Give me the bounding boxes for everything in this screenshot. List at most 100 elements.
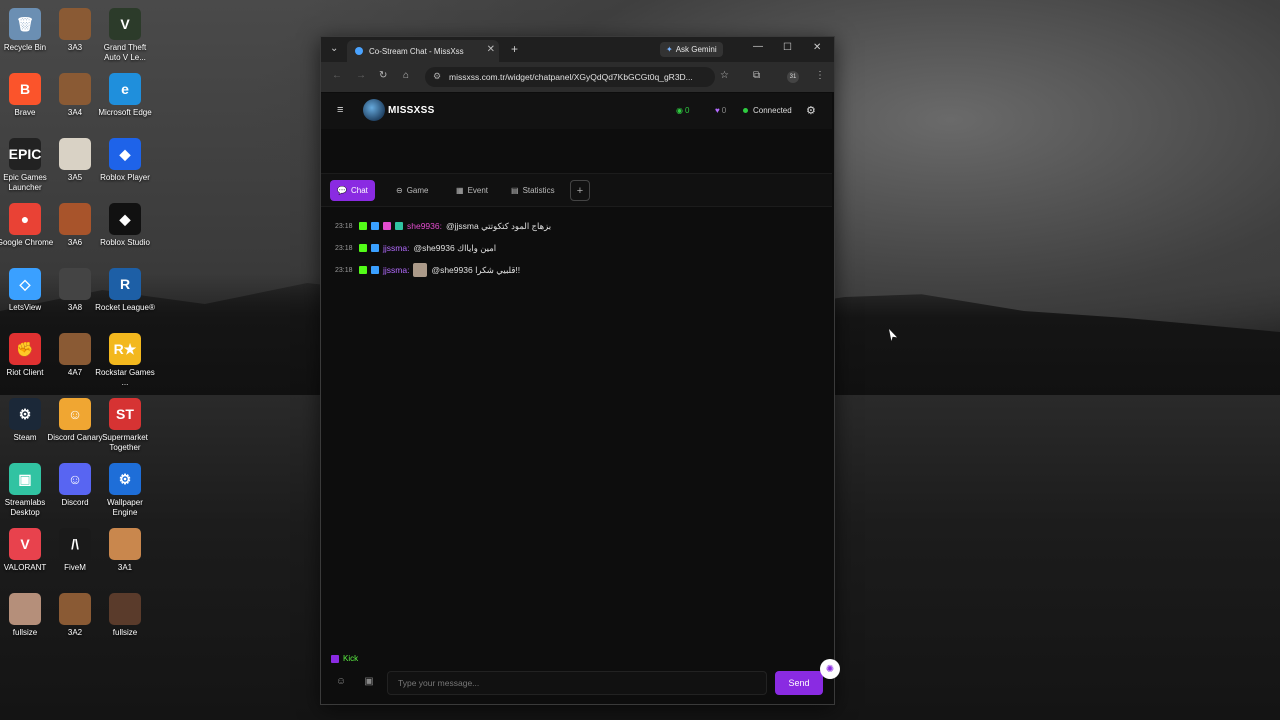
app-icon: ◆ [109, 138, 141, 170]
viewers-stat: ◉ 0 [676, 106, 689, 115]
profile-avatar[interactable]: 31 [787, 71, 799, 83]
desktop-icon-label: Rockstar Games ... [95, 368, 155, 387]
close-tab-icon[interactable]: ✕ [487, 44, 495, 55]
calendar-icon: ▦ [456, 186, 464, 195]
app-icon: B [9, 73, 41, 105]
tab-favicon-icon [355, 47, 363, 55]
status-dot [743, 108, 748, 113]
tab-game[interactable]: ⊖ Game [389, 180, 436, 201]
tab-chat[interactable]: 💬 Chat [330, 180, 375, 201]
address-bar-row: ← → ↻ ⌂ ⚙ missxss.com.tr/widget/chatpane… [321, 62, 834, 92]
desktop-icon[interactable]: ◆ Roblox Player [95, 138, 155, 183]
settings-gear-icon[interactable]: ⚙ [806, 104, 816, 117]
chat-footer: Kick ☺ ▣ Send ✺ [321, 649, 840, 704]
image-icon[interactable]: ▣ [363, 676, 375, 688]
new-tab-icon[interactable]: + [511, 42, 518, 56]
app-icon [59, 203, 91, 235]
desktop-icon-label: Roblox Studio [100, 238, 150, 247]
desktop-icon[interactable]: fullsize [95, 593, 155, 638]
desktop-icon[interactable]: e Microsoft Edge [95, 73, 155, 118]
brain-assistant-icon[interactable]: ✺ [820, 659, 840, 679]
kick-checkbox[interactable] [331, 654, 339, 663]
app-icon: ▣ [9, 463, 41, 495]
message-time: 23:18 [335, 244, 353, 252]
bookmark-star-icon[interactable]: ☆ [720, 70, 729, 81]
desktop-icon[interactable]: R★ Rockstar Games ... [95, 333, 155, 388]
hamburger-menu-icon[interactable]: ≡ [337, 104, 343, 116]
forward-icon[interactable]: → [356, 70, 366, 81]
sword-badge-icon [371, 244, 379, 252]
tab-event-label: Event [467, 186, 489, 195]
app-header: ≡ MISSXSS ◉ 0 ♥ 0 Connected ⚙ [321, 93, 832, 129]
url-text: missxss.com.tr/widget/chatpanel/XGyQdQd7… [449, 72, 693, 82]
app-icon: ◆ [109, 203, 141, 235]
app-icon: 🗑 [9, 8, 41, 40]
desktop-icon[interactable]: ◆ Roblox Studio [95, 203, 155, 248]
tab-chat-label: Chat [350, 186, 368, 195]
app-icon [9, 593, 41, 625]
kick-badge-icon [359, 222, 367, 230]
desktop-icon-label: Grand Theft Auto V Le... [103, 43, 147, 62]
kick-label: Kick [343, 654, 359, 663]
emoji-icon[interactable]: ☺ [335, 676, 347, 688]
back-icon[interactable]: ← [332, 70, 342, 81]
likes-count: 0 [721, 106, 727, 115]
close-window-icon[interactable]: ✕ [813, 42, 821, 53]
desktop-icon-label: Supermarket Together [102, 433, 148, 452]
minimize-icon[interactable]: — [753, 41, 763, 52]
app-icon: V [109, 8, 141, 40]
desktop-icon-label: Roblox Player [100, 173, 150, 182]
desktop-icon[interactable]: ST Supermarket Together [95, 398, 155, 453]
reload-icon[interactable]: ↻ [379, 70, 387, 81]
message-text: @she9936 قلبيي شكرا!! [431, 264, 521, 275]
message-username[interactable]: she9936: [407, 221, 442, 231]
app-icon: R★ [109, 333, 141, 365]
vip-badge-icon [395, 222, 403, 230]
chart-icon: ▤ [511, 186, 519, 195]
site-settings-icon[interactable]: ⚙ [433, 71, 441, 82]
message-username[interactable]: jjssma: [383, 243, 409, 253]
gamepad-icon: ⊖ [396, 186, 403, 195]
tab-statistics[interactable]: ▤ Statistics [504, 180, 562, 201]
app-icon [59, 268, 91, 300]
sword-badge-icon [371, 266, 379, 274]
app-icon: ✊ [9, 333, 41, 365]
send-button[interactable]: Send [775, 671, 823, 695]
message-input[interactable] [387, 671, 767, 695]
kick-badge-icon [359, 244, 367, 252]
message-text: @jjssma بزهاج المود كتكوتتي [445, 220, 552, 231]
kick-platform-toggle[interactable]: Kick [331, 654, 358, 663]
tab-title: Co-Stream Chat - MissXss [369, 46, 464, 56]
app-icon [59, 138, 91, 170]
message-time: 23:18 [335, 266, 353, 274]
heart-icon: ♥ [715, 106, 720, 115]
desktop-icon[interactable]: R Rocket League® [95, 268, 155, 313]
app-icon [59, 593, 91, 625]
chat-messages: 23:18 she9936: @jjssma بزهاج المود كتكوت… [335, 215, 825, 281]
chat-message: 23:18 jjssma: @she9936 امين وايااك [335, 237, 825, 259]
tab-statistics-label: Statistics [522, 186, 555, 195]
app-icon [59, 73, 91, 105]
url-field[interactable]: ⚙ missxss.com.tr/widget/chatpanel/XGyQdQ… [425, 67, 715, 87]
add-tab-button[interactable]: + [570, 180, 590, 201]
tab-event[interactable]: ▦ Event [449, 180, 495, 201]
connection-status: Connected [743, 106, 792, 115]
desktop-icon-label: 3A1 [117, 563, 133, 572]
browser-tab[interactable]: Co-Stream Chat - MissXss ✕ [347, 40, 499, 62]
desktop-icon[interactable]: 3A1 [95, 528, 155, 573]
status-text: Connected [753, 106, 792, 115]
home-icon[interactable]: ⌂ [403, 70, 409, 81]
chat-icon: 💬 [337, 186, 347, 195]
app-icon: ⚙ [109, 463, 141, 495]
app-icon: e [109, 73, 141, 105]
maximize-icon[interactable]: ☐ [783, 42, 792, 53]
desktop-icon[interactable]: V Grand Theft Auto V Le... [95, 8, 155, 63]
ask-gemini-button[interactable]: ✦ Ask Gemini [660, 42, 723, 57]
app-icon: R [109, 268, 141, 300]
menu-kebab-icon[interactable]: ⋮ [815, 70, 825, 81]
desktop-icon[interactable]: ⚙ Wallpaper Engine [95, 463, 155, 518]
tab-search-icon[interactable]: ⌄ [330, 43, 338, 54]
extensions-icon[interactable]: ⧉ [753, 70, 760, 81]
brand-logo [363, 99, 385, 121]
message-username[interactable]: jjssma: [383, 265, 409, 275]
